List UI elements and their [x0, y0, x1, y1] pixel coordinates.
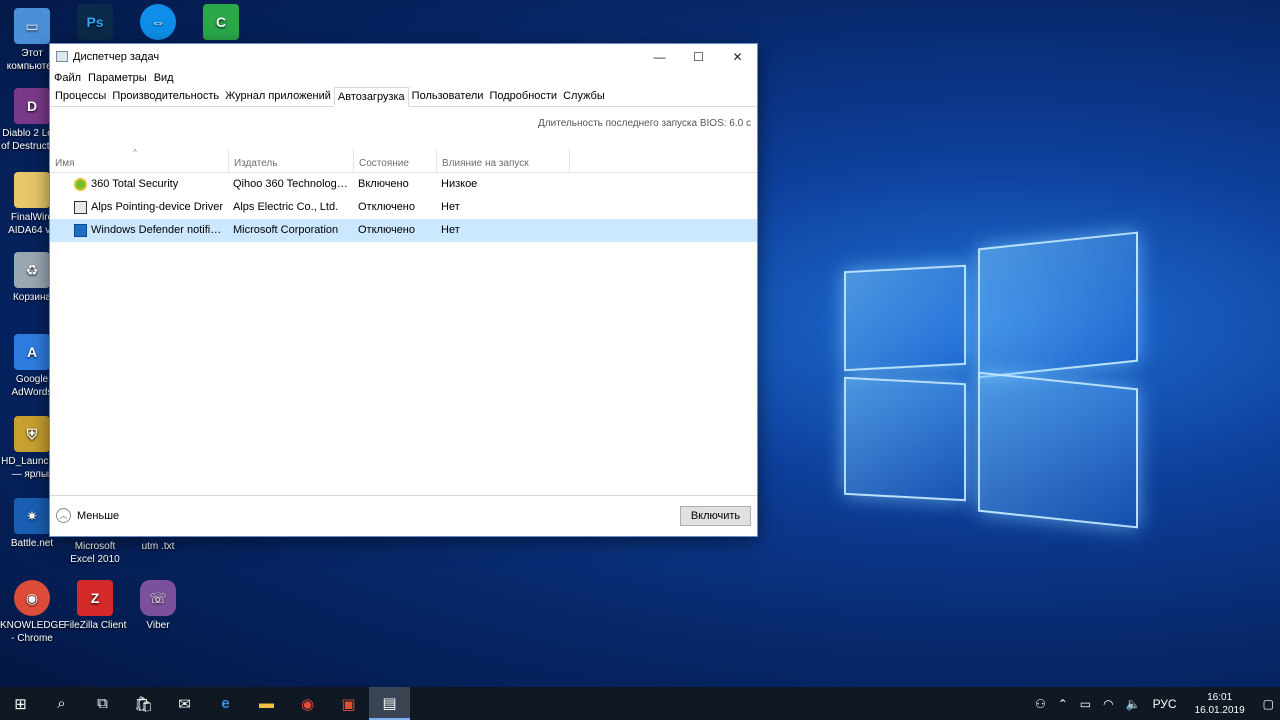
menu-view[interactable]: Вид — [154, 72, 174, 84]
tab-services[interactable]: Службы — [560, 88, 608, 106]
enable-button[interactable]: Включить — [680, 506, 751, 526]
driver-icon — [74, 201, 87, 214]
col-publisher[interactable]: Издатель — [229, 149, 354, 172]
chevron-up-icon[interactable]: ⌃ — [1052, 697, 1074, 711]
task-view-icon[interactable]: ⧉ — [82, 687, 123, 720]
photoshop-icon: Ps — [77, 4, 113, 40]
teamviewer-icon: ⇔ — [140, 4, 176, 40]
chrome-icon: ◉ — [14, 580, 50, 616]
table-row[interactable]: Alps Pointing-device Driver Alps Electri… — [50, 196, 757, 219]
col-status[interactable]: Состояние — [354, 149, 437, 172]
desktop-icon-camtasia[interactable]: C — [189, 4, 253, 43]
camtasia-taskbar-icon[interactable]: ▣ — [328, 687, 369, 720]
tab-startup[interactable]: Автозагрузка — [333, 87, 409, 107]
people-icon[interactable]: ⚇ — [1029, 697, 1052, 711]
battlenet-icon: ✷ — [14, 498, 50, 534]
tab-details[interactable]: Подробности — [486, 88, 560, 106]
table-row[interactable]: 360 Total Security Qihoo 360 Technology … — [50, 173, 757, 196]
store-icon[interactable]: 🛍 — [123, 687, 164, 720]
tab-users[interactable]: Пользователи — [409, 88, 487, 106]
viber-icon: ☏ — [140, 580, 176, 616]
computer-icon: ▭ — [14, 8, 50, 44]
search-icon[interactable]: ⌕ — [41, 687, 82, 720]
desktop-icon-teamviewer[interactable]: ⇔ — [126, 4, 190, 43]
task-manager-taskbar-icon[interactable]: ▤ — [369, 687, 410, 720]
window-title: Диспетчер задач — [73, 50, 160, 63]
menu-bar: Файл Параметры Вид — [50, 69, 757, 87]
desktop-icon-chrome[interactable]: ◉ KNOWLEDGE - Chrome — [0, 580, 64, 645]
defender-icon — [74, 224, 87, 237]
tab-app-history[interactable]: Журнал приложений — [222, 88, 334, 106]
minimize-button[interactable]: — — [640, 44, 679, 69]
360-icon — [74, 178, 87, 191]
desktop-icon-photoshop[interactable]: Ps — [63, 4, 127, 43]
chrome-taskbar-icon[interactable]: ◉ — [287, 687, 328, 720]
system-tray: ⚇ ⌃ ▭ ◠ 🔈 РУС 16:01 16.01.2019 ▢ — [1029, 687, 1280, 720]
tab-processes[interactable]: Процессы — [52, 88, 109, 106]
title-bar[interactable]: Диспетчер задач — ☐ ✕ — [50, 44, 757, 69]
close-button[interactable]: ✕ — [718, 44, 757, 69]
table-row[interactable]: Windows Defender notificat... Microsoft … — [50, 219, 757, 242]
desktop-icon-utm-txt[interactable]: utm .txt — [126, 540, 190, 553]
chevron-up-icon: ︿ — [56, 508, 71, 523]
shield-icon: ⛨ — [14, 416, 50, 452]
recycle-bin-icon: ♻ — [14, 252, 50, 288]
folder-icon — [14, 172, 50, 208]
notifications-icon[interactable]: ▢ — [1257, 697, 1280, 711]
windows-logo-wallpaper — [840, 230, 1140, 530]
volume-icon[interactable]: 🔈 — [1120, 697, 1147, 711]
task-manager-window: Диспетчер задач — ☐ ✕ Файл Параметры Вид… — [49, 43, 758, 537]
tab-performance[interactable]: Производительность — [109, 88, 222, 106]
clock-time: 16:01 — [1207, 691, 1233, 703]
filezilla-icon: Z — [77, 580, 113, 616]
battery-icon[interactable]: ▭ — [1074, 697, 1097, 711]
maximize-button[interactable]: ☐ — [679, 44, 718, 69]
column-header: ^ Имя Издатель Состояние Влияние на запу… — [50, 148, 757, 173]
start-button[interactable]: ⊞ — [0, 687, 41, 720]
edge-icon[interactable]: e — [205, 687, 246, 720]
desktop-icon-filezilla[interactable]: Z FileZilla Client — [63, 580, 127, 632]
clock[interactable]: 16:01 16.01.2019 — [1183, 691, 1257, 717]
language-indicator[interactable]: РУС — [1147, 697, 1183, 711]
file-explorer-icon[interactable]: ▬ — [246, 687, 287, 720]
footer-bar: ︿ Меньше Включить — [50, 495, 757, 536]
col-impact[interactable]: Влияние на запуск — [437, 149, 570, 172]
task-manager-icon — [56, 51, 68, 62]
tab-bar: Процессы Производительность Журнал прило… — [50, 87, 757, 107]
mail-icon[interactable]: ✉ — [164, 687, 205, 720]
taskbar: ⊞ ⌕ ⧉ 🛍 ✉ e ▬ ◉ ▣ ▤ ⚇ ⌃ ▭ ◠ 🔈 РУС 16:01 … — [0, 687, 1280, 720]
adwords-icon: A — [14, 334, 50, 370]
desktop-icon-excel[interactable]: Microsoft Excel 2010 — [63, 540, 127, 566]
desktop-icon-viber[interactable]: ☏ Viber — [126, 580, 190, 632]
camtasia-icon: C — [203, 4, 239, 40]
clock-date: 16.01.2019 — [1194, 704, 1245, 716]
col-name[interactable]: Имя — [50, 149, 229, 172]
network-icon[interactable]: ◠ — [1097, 697, 1119, 711]
diablo-icon: D — [14, 88, 50, 124]
fewer-details-button[interactable]: ︿ Меньше — [56, 508, 119, 523]
bios-time-label: Длительность последнего запуска BIOS: 6.… — [538, 118, 751, 129]
menu-options[interactable]: Параметры — [88, 72, 147, 84]
menu-file[interactable]: Файл — [54, 72, 81, 84]
